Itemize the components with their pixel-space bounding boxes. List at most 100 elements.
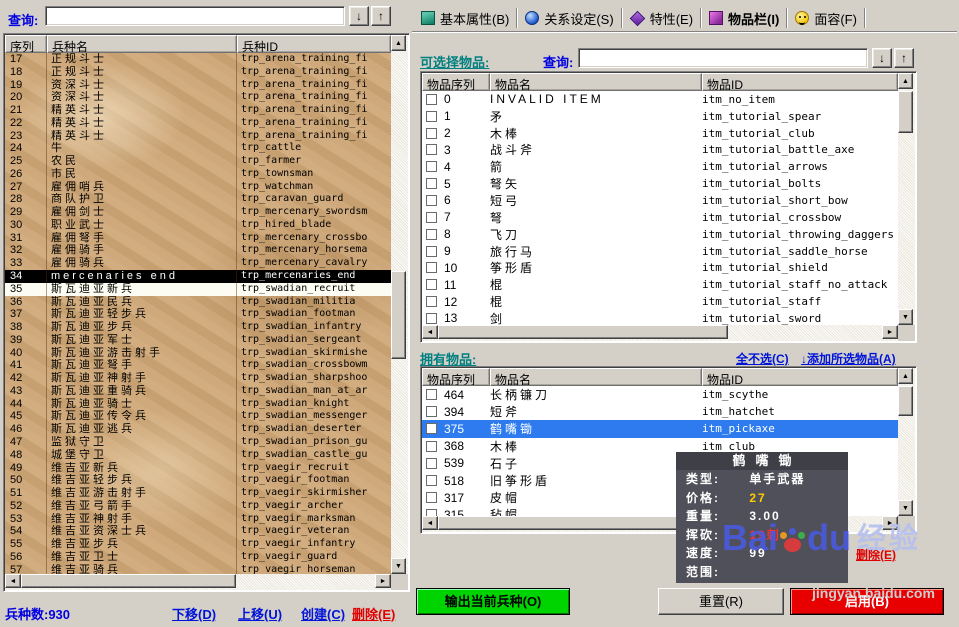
item-row[interactable]: 464长柄镰刀itm_scythe [422,386,898,403]
delete-troop-link[interactable]: 删除(E) [352,604,395,623]
item-checkbox[interactable] [426,475,437,486]
troop-row[interactable]: 25农民trp_farmer [5,155,391,168]
item-checkbox[interactable] [426,509,437,516]
troop-row[interactable]: 17正规斗士trp_arena_training_fi [5,53,391,66]
item-row[interactable]: 8飞刀itm_tutorial_throwing_daggers [422,226,898,243]
tab-inventory[interactable]: 物品栏(I) [702,6,786,30]
item-row[interactable]: 2木棒itm_tutorial_club [422,125,898,142]
scroll-thumb[interactable] [898,91,913,133]
troop-table-hscroll[interactable]: ◄ ► [5,574,391,590]
column-header-name[interactable]: 物品名 [490,73,702,91]
item-checkbox[interactable] [426,423,437,434]
troop-row[interactable]: 39斯瓦迪亚军士trp_swadian_sergeant [5,334,391,347]
item-checkbox[interactable] [426,178,437,189]
item-checkbox[interactable] [426,94,437,105]
item-row[interactable]: 3战斗斧itm_tutorial_battle_axe [422,142,898,159]
item-checkbox[interactable] [426,458,437,469]
scroll-right-icon[interactable]: ► [882,325,898,339]
scroll-thumb[interactable] [391,271,406,359]
troop-row[interactable]: 27雇佣哨兵trp_watchman [5,181,391,194]
item-row[interactable]: 394短斧itm_hatchet [422,403,898,420]
scroll-up-icon[interactable]: ▲ [391,35,406,51]
create-troop-link[interactable]: 创建(C) [301,604,345,623]
troop-query-input[interactable] [45,6,345,26]
troop-row[interactable]: 33雇佣骑兵trp_mercenary_cavalry [5,257,391,270]
troop-row[interactable]: 46斯瓦迪亚逃兵trp_swadian_deserter [5,423,391,436]
troop-row[interactable]: 32雇佣骑手trp_mercenary_horsema [5,244,391,257]
troop-row[interactable]: 28商队护卫trp_caravan_guard [5,193,391,206]
item-checkbox[interactable] [426,144,437,155]
troop-row[interactable]: 54维吉亚资深士兵trp_vaegir_veteran [5,525,391,538]
troop-row[interactable]: 31雇佣弩手trp_mercenary_crossbo [5,232,391,245]
item-row[interactable]: 0INVALID ITEMitm_no_item [422,91,898,108]
delete-item-link[interactable]: 删除(E) [856,546,896,563]
troop-row[interactable]: 21精英斗士trp_arena_training_fi [5,104,391,117]
scroll-down-icon[interactable]: ▼ [898,500,913,516]
column-header-id[interactable]: 物品ID [702,73,898,91]
scroll-right-icon[interactable]: ► [882,516,898,530]
item-row[interactable]: 375鹤嘴锄itm_pickaxe [422,420,898,437]
item-row[interactable]: 12棍itm_tutorial_staff [422,293,898,310]
troop-table-vscroll[interactable]: ▲ ▼ [391,35,408,574]
troop-row[interactable]: 53维吉亚神射手trp_vaegir_marksman [5,513,391,526]
scroll-thumb[interactable] [21,574,236,588]
troop-row[interactable]: 23精英斗士trp_arena_training_fi [5,130,391,143]
troop-row[interactable]: 40斯瓦迪亚游击射手trp_swadian_skirmishe [5,347,391,360]
troop-row[interactable]: 26市民trp_townsman [5,168,391,181]
troop-row[interactable]: 51维吉亚游击射手trp_vaegir_skirmisher [5,487,391,500]
scroll-down-icon[interactable]: ▼ [898,309,913,325]
troop-row[interactable]: 36斯瓦迪亚民兵trp_swadian_militia [5,296,391,309]
item-checkbox[interactable] [426,406,437,417]
item-checkbox[interactable] [426,296,437,307]
column-header-index[interactable]: 序列 [5,35,47,53]
selectable-table-vscroll[interactable]: ▲ ▼ [898,73,915,325]
tab-relations[interactable]: 关系设定(S) [518,6,620,30]
select-none-link[interactable]: 全不选(C) [736,350,789,367]
item-search-up-button[interactable]: ↑ [894,48,914,68]
troop-row[interactable]: 44斯瓦迪亚骑士trp_swadian_knight [5,398,391,411]
item-query-input[interactable] [578,48,868,68]
item-row[interactable]: 9旅行马itm_tutorial_saddle_horse [422,243,898,260]
item-checkbox[interactable] [426,441,437,452]
troop-row[interactable]: 20资深斗士trp_arena_training_fi [5,91,391,104]
move-up-link[interactable]: 上移(U) [238,604,282,623]
owned-table-vscroll[interactable]: ▲ ▼ [898,368,915,516]
column-header-index[interactable]: 物品序列 [422,368,490,386]
troop-row[interactable]: 47监狱守卫trp_swadian_prison_gu [5,436,391,449]
troop-row[interactable]: 49维吉亚新兵trp_vaegir_recruit [5,462,391,475]
troop-row[interactable]: 55维吉亚步兵trp_vaegir_infantry [5,538,391,551]
troop-row[interactable]: 19资深斗士trp_arena_training_fi [5,79,391,92]
scroll-left-icon[interactable]: ◄ [5,574,21,588]
column-header-name[interactable]: 兵种名 [47,35,237,53]
troop-row[interactable]: 52维吉亚弓箭手trp_vaegir_archer [5,500,391,513]
troop-row[interactable]: 34mercenaries endtrp_mercenaries_end [5,270,391,283]
scroll-right-icon[interactable]: ► [375,574,391,588]
reset-button[interactable]: 重置(R) [658,588,784,615]
item-row[interactable]: 13剑itm_tutorial_sword [422,310,898,325]
item-row[interactable]: 7弩itm_tutorial_crossbow [422,209,898,226]
troop-row[interactable]: 37斯瓦迪亚轻步兵trp_swadian_footman [5,308,391,321]
scroll-down-icon[interactable]: ▼ [391,558,406,574]
item-row[interactable]: 4箭itm_tutorial_arrows [422,158,898,175]
troop-row[interactable]: 50维吉亚轻步兵trp_vaegir_footman [5,474,391,487]
item-checkbox[interactable] [426,279,437,290]
item-checkbox[interactable] [426,492,437,503]
selectable-table-hscroll[interactable]: ◄ ► [422,325,898,341]
scroll-up-icon[interactable]: ▲ [898,73,913,89]
troop-row[interactable]: 30职业武士trp_hired_blade [5,219,391,232]
troop-row[interactable]: 45斯瓦迪亚传令兵trp_swadian_messenger [5,410,391,423]
tab-basic-properties[interactable]: 基本属性(B) [414,6,516,30]
troop-row[interactable]: 29雇佣剑士trp_mercenary_swordsm [5,206,391,219]
item-checkbox[interactable] [426,111,437,122]
troop-row[interactable]: 24牛trp_cattle [5,142,391,155]
column-header-name[interactable]: 物品名 [490,368,702,386]
troop-row[interactable]: 18正规斗士trp_arena_training_fi [5,66,391,79]
item-checkbox[interactable] [426,262,437,273]
item-row[interactable]: 11棍itm_tutorial_staff_no_attack [422,276,898,293]
column-header-id[interactable]: 兵种ID [237,35,391,53]
output-current-troop-button[interactable]: 输出当前兵种(O) [416,588,570,615]
item-checkbox[interactable] [426,161,437,172]
item-checkbox[interactable] [426,128,437,139]
tab-traits[interactable]: 特性(E) [623,6,700,30]
item-checkbox[interactable] [426,229,437,240]
